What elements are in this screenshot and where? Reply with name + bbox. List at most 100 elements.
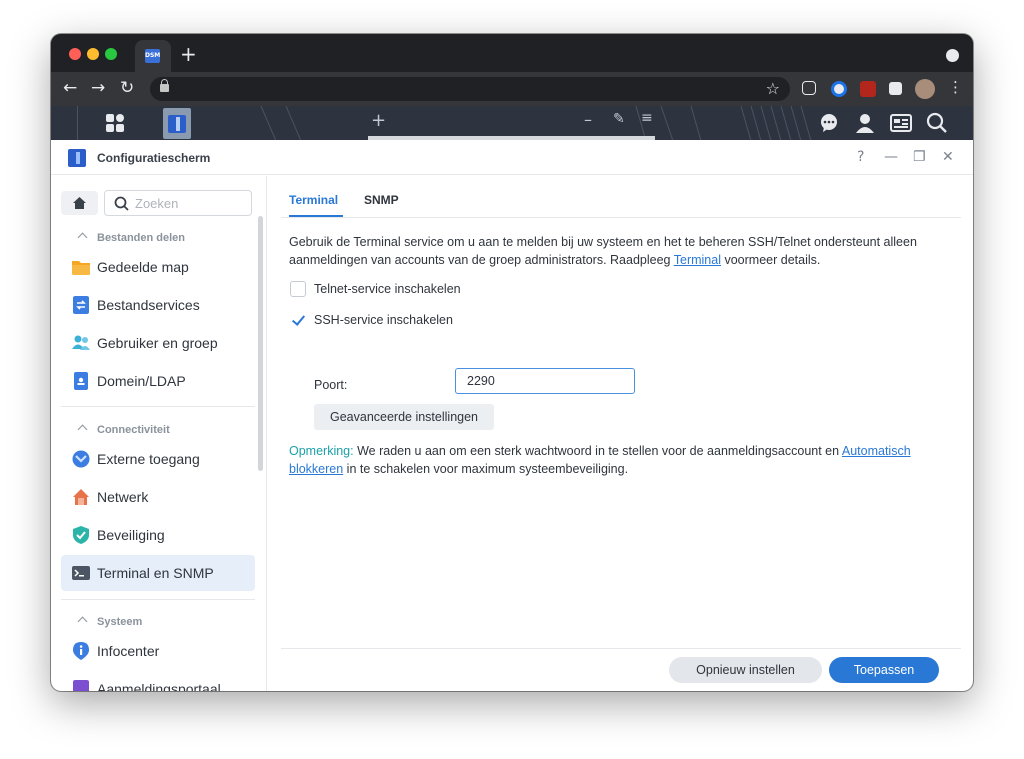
ublock-icon[interactable] [860,81,876,97]
sidebar-item-file-services[interactable]: Bestandservices [61,287,255,323]
terminal-help-link[interactable]: Terminal [674,253,721,267]
apply-button[interactable]: Toepassen [829,657,939,683]
user-group-icon [72,335,90,350]
chat-icon[interactable] [818,112,840,134]
sidebar-item-user-group[interactable]: Gebruiker en groep [61,325,255,361]
forward-icon[interactable]: → [91,78,105,98]
tab-search-icon[interactable] [946,49,959,62]
security-note: Opmerking: We raden u aan om een sterk w… [289,442,949,478]
minimize-window-light[interactable] [87,48,99,60]
browser-tab-bar: DSM + [51,34,973,72]
onepassword-icon[interactable] [831,81,847,97]
minimize-icon[interactable]: – [584,110,592,129]
section-header[interactable]: Bestanden delen [97,232,185,244]
note-text: in te schakelen voor maximum systeembeve… [343,462,629,476]
reload-icon[interactable]: ↻ [120,78,134,98]
address-bar[interactable]: ☆ [150,77,790,101]
browser-window: DSM + ← → ↻ ☆ ⋮ + – ✎ ≡ Configuratiesche… [51,34,973,691]
description-text: Gebruik de Terminal service om u aan te … [289,235,917,267]
main-panel: Terminal SNMP Gebruik de Terminal servic… [281,176,961,691]
control-panel-window: Configuratiescherm ? — ❐ ✕ Zoeken Bestan… [51,140,973,691]
external-access-icon [72,450,90,468]
pocket-icon[interactable] [802,81,816,95]
search-input[interactable]: Zoeken [104,190,252,216]
sidebar-item-label: Gebruiker en groep [97,335,218,351]
port-input[interactable] [455,368,635,394]
terminal-description: Gebruik de Terminal service om u aan te … [289,233,949,269]
lock-icon [160,79,169,92]
search-icon[interactable] [926,112,948,134]
main-menu-icon[interactable] [104,112,126,134]
sidebar: Zoeken Bestanden delen Gedeelde map Best… [51,176,267,691]
section-header[interactable]: Systeem [97,616,142,628]
dsm-taskbar: + – ✎ ≡ [51,106,973,141]
zoom-window-light[interactable] [105,48,117,60]
sidebar-scrollbar[interactable] [258,216,263,471]
add-widget-icon[interactable]: + [371,110,386,131]
terminal-icon [72,566,90,580]
telnet-label[interactable]: Telnet-service inschakelen [314,282,461,296]
sidebar-item-label: Gedeelde map [97,259,189,275]
sidebar-item-external-access[interactable]: Externe toegang [61,441,255,477]
sidebar-item-label: Netwerk [97,489,149,505]
sidebar-item-login-portal[interactable]: Aanmeldingsportaal [61,671,255,691]
info-center-icon [73,642,89,660]
minimize-window-button[interactable]: — [884,149,898,165]
sidebar-item-label: Domein/LDAP [97,373,186,389]
widgets-icon[interactable] [890,112,912,134]
profile-avatar-icon[interactable] [915,79,935,99]
kebab-menu-icon[interactable]: ⋮ [948,78,963,96]
description-text: voormeer details. [721,253,821,267]
advanced-settings-button[interactable]: Geavanceerde instellingen [314,404,494,430]
file-services-icon [73,296,89,314]
sidebar-item-info-center[interactable]: Infocenter [61,633,255,669]
domain-ldap-icon [74,372,88,390]
close-window-button[interactable]: ✕ [942,149,954,165]
browser-tab[interactable]: DSM [135,40,171,72]
ssh-checkbox[interactable] [290,312,306,328]
home-icon [73,197,86,209]
control-panel-logo-icon [68,149,86,167]
tab-terminal[interactable]: Terminal [289,193,338,207]
sidebar-item-security[interactable]: Beveiliging [61,517,255,553]
close-window-light[interactable] [69,48,81,60]
home-button[interactable] [61,191,98,215]
section-divider [61,406,255,407]
user-icon[interactable] [854,112,876,134]
telnet-checkbox[interactable] [290,281,306,297]
notification-icon[interactable]: ≡ [641,110,653,126]
sidebar-item-domain-ldap[interactable]: Domein/LDAP [61,363,255,399]
pin-icon[interactable]: ✎ [613,111,625,127]
restore-window-button[interactable]: ❐ [913,149,926,165]
ssh-label[interactable]: SSH-service inschakelen [314,313,453,327]
shared-folder-icon [72,261,90,275]
section-divider [61,599,255,600]
reset-button[interactable]: Opnieuw instellen [669,657,822,683]
tab-divider [281,217,961,218]
back-icon[interactable]: ← [63,78,77,98]
sidebar-item-label: Terminal en SNMP [97,565,214,581]
sidebar-item-label: Bestandservices [97,297,200,313]
plus-icon[interactable]: + [180,44,197,64]
tab-snmp[interactable]: SNMP [364,193,399,207]
control-panel-icon[interactable] [163,108,191,139]
search-placeholder: Zoeken [135,196,179,211]
help-icon[interactable]: ? [857,149,864,165]
port-label: Poort: [314,378,348,392]
section-header[interactable]: Connectiviteit [97,424,170,436]
bookmark-star-icon[interactable]: ☆ [766,79,780,98]
active-tab-indicator [289,215,343,217]
sidebar-item-label: Externe toegang [97,451,200,467]
chevron-up-icon[interactable] [77,232,88,243]
chevron-up-icon[interactable] [77,424,88,435]
network-icon [73,489,89,505]
sidebar-item-shared-folder[interactable]: Gedeelde map [61,249,255,285]
footer-divider [281,648,961,649]
sidebar-item-network[interactable]: Netwerk [61,479,255,515]
shield-icon [73,526,89,544]
chevron-up-icon[interactable] [77,616,88,627]
dsm-favicon-icon: DSM [145,49,160,63]
sidebar-item-terminal-snmp[interactable]: Terminal en SNMP [61,555,255,591]
puzzle-icon[interactable] [889,82,902,95]
sidebar-item-label: Beveiliging [97,527,165,543]
